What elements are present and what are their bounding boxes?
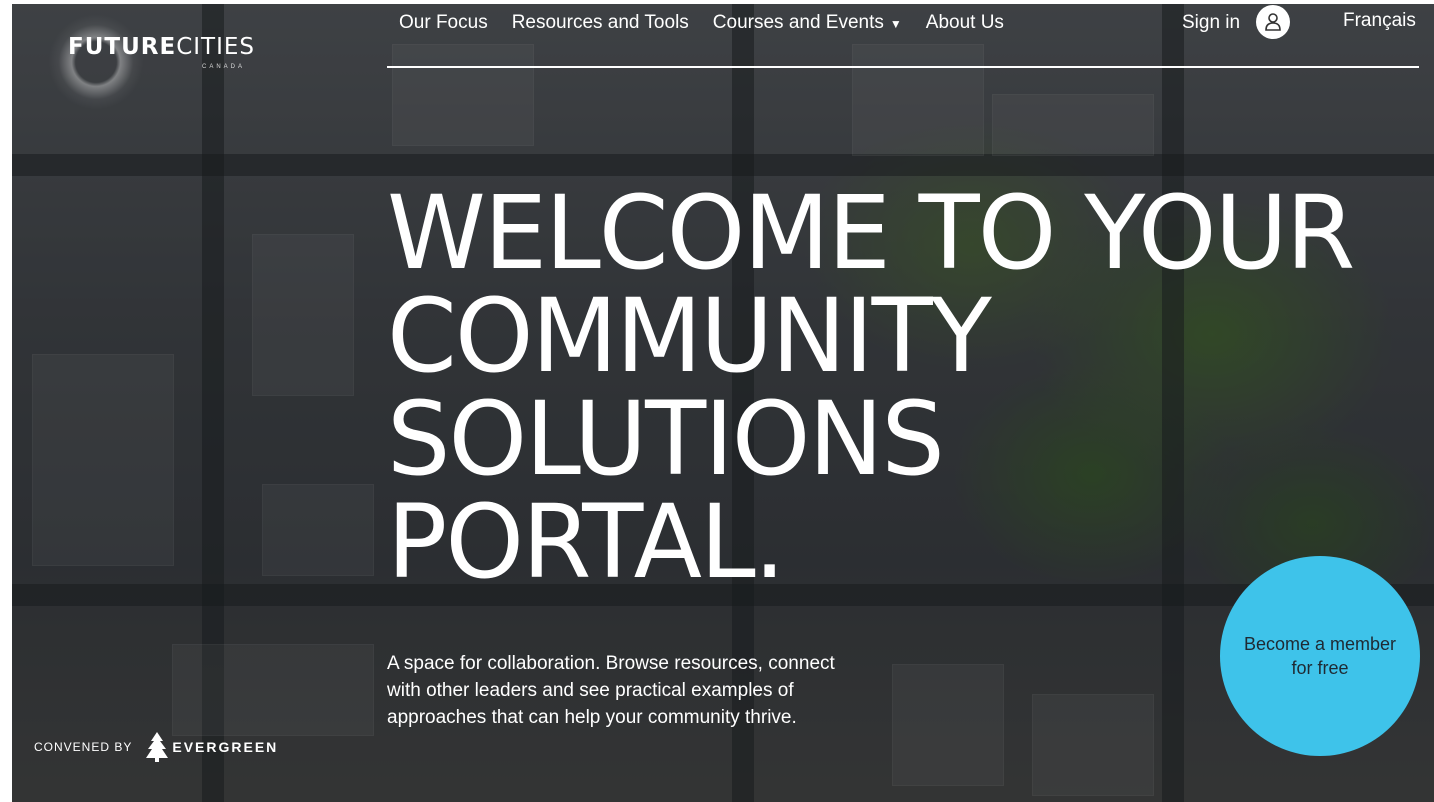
hero-title: WELCOME TO YOUR COMMUNITY SOLUTIONS PORT… (387, 174, 1355, 602)
chevron-down-icon: ▼ (889, 17, 902, 31)
hero-title-line: PORTAL. (387, 483, 786, 602)
hero-page: FUTURECITIES CANADA Our Focus Resources … (12, 4, 1434, 802)
evergreen-logo[interactable]: EVERGREEN (172, 739, 278, 755)
sign-in-link[interactable]: Sign in (1182, 12, 1240, 34)
hero-title-line: COMMUNITY (387, 277, 992, 396)
hero-title-line: SOLUTIONS (387, 380, 945, 499)
nav-courses-and-events-label: Courses and Events (712, 12, 884, 33)
hero-title-line: WELCOME TO YOUR (387, 174, 1355, 293)
nav-resources-and-tools[interactable]: Resources and Tools (500, 12, 701, 35)
user-icon[interactable] (1256, 5, 1290, 39)
user-icon-glyph (1265, 13, 1281, 31)
become-member-label: Become a member for free (1243, 634, 1397, 678)
nav-our-focus[interactable]: Our Focus (387, 12, 500, 35)
convened-by-label: CONVENED BY (34, 740, 133, 754)
logo-subtitle: CANADA (202, 64, 246, 70)
language-toggle[interactable]: Français (1343, 10, 1416, 32)
main-nav: Our Focus Resources and Tools Courses an… (387, 12, 1016, 35)
logo-wordmark: FUTURECITIES (68, 34, 255, 60)
tree-icon (146, 732, 169, 762)
nav-about-us[interactable]: About Us (914, 12, 1016, 35)
logo-burst-icon (48, 14, 144, 110)
nav-divider (387, 66, 1419, 68)
nav-courses-and-events[interactable]: Courses and Events ▼ (701, 12, 914, 35)
logo-brand-light: CITIES (176, 34, 255, 60)
logo-brand-bold: FUTURE (68, 34, 177, 60)
become-member-button[interactable]: Become a member for free (1220, 556, 1420, 756)
convened-by: CONVENED BY EVERGREEN (34, 732, 278, 762)
future-cities-logo[interactable]: FUTURECITIES CANADA (48, 14, 278, 110)
hero-description: A space for collaboration. Browse resour… (387, 653, 835, 728)
